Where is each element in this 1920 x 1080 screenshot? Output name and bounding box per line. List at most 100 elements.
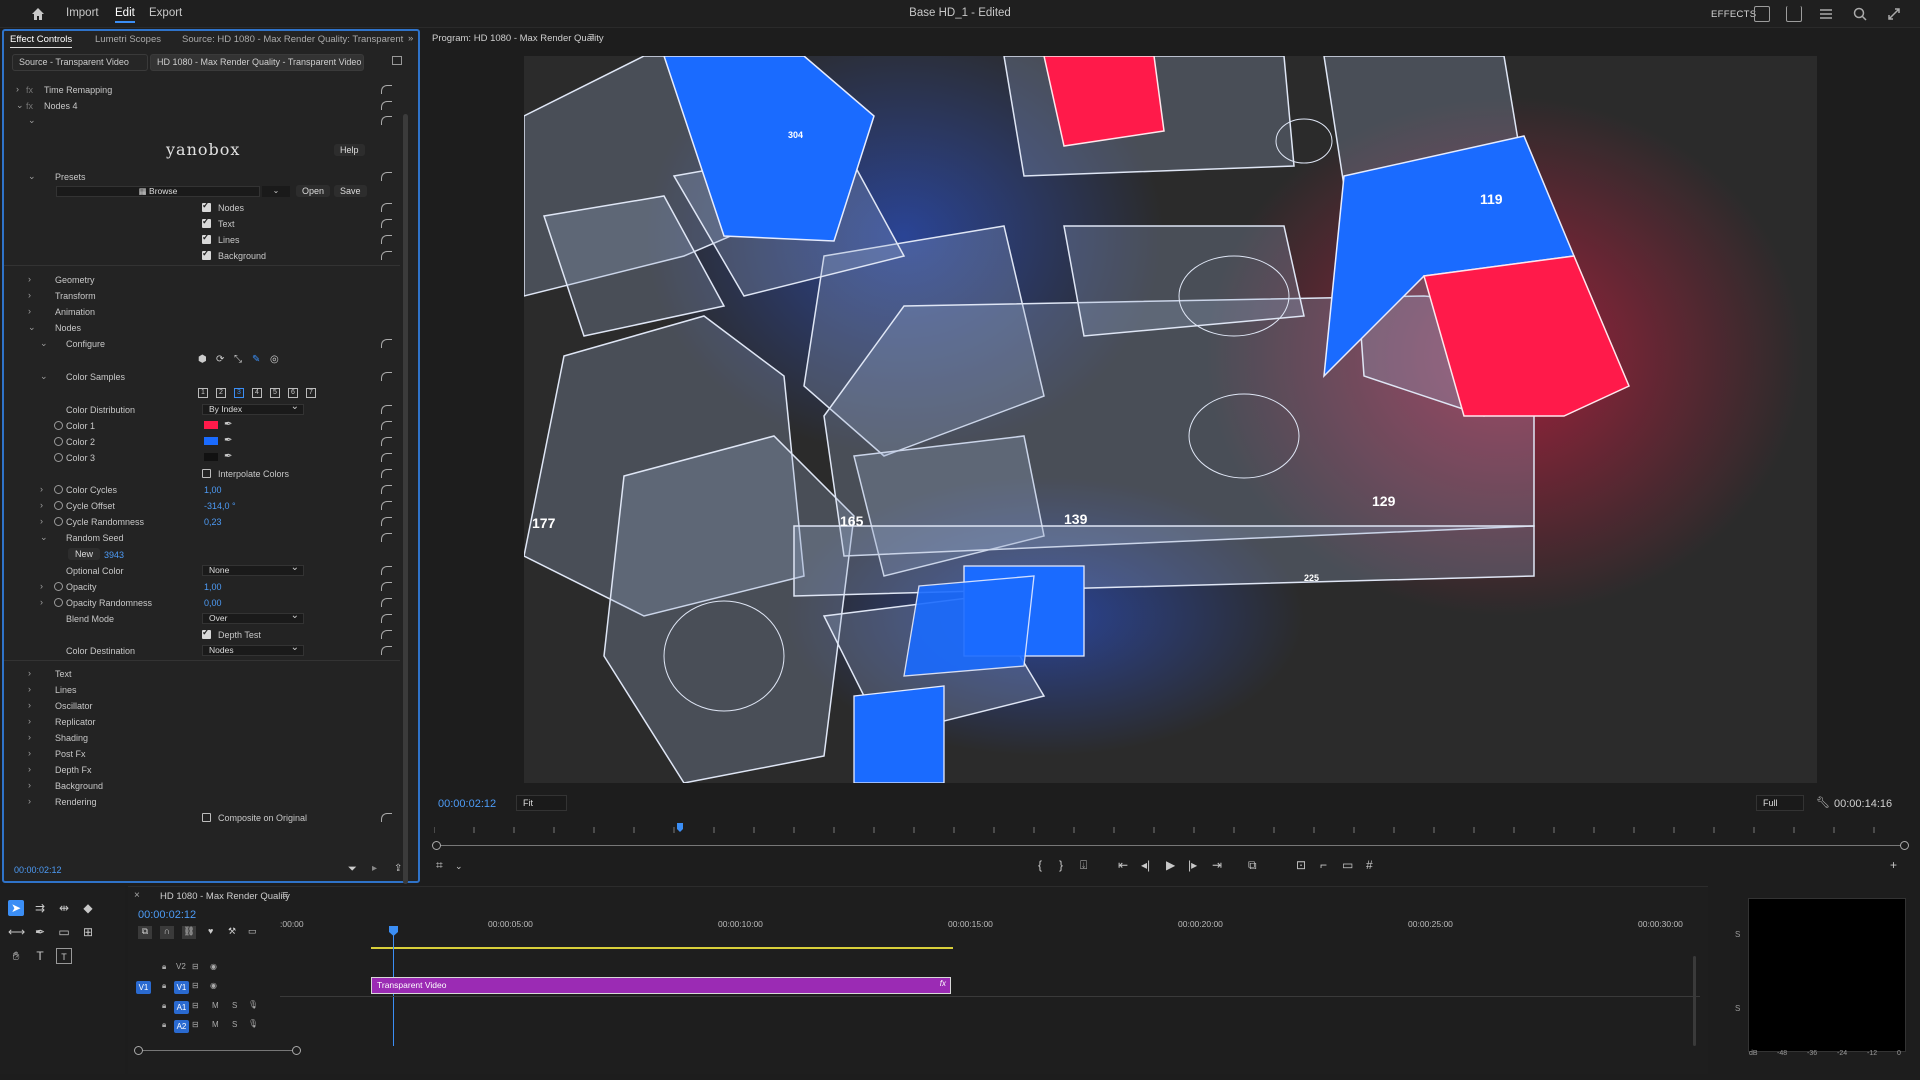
stopwatch-icon[interactable] (54, 437, 63, 446)
step-back-icon[interactable]: ◂| (1141, 858, 1150, 872)
source-clip-tab[interactable]: Source - Transparent Video (12, 54, 148, 71)
selection-tool-icon[interactable]: ➤ (8, 900, 24, 916)
tab-lumetri-scopes[interactable]: Lumetri Scopes (95, 34, 161, 45)
gauge-icon[interactable]: ◎ (270, 354, 279, 365)
new-seed-button[interactable]: New (68, 548, 101, 560)
stopwatch-icon[interactable] (54, 485, 63, 494)
track-target-a1[interactable]: A1 (174, 1001, 189, 1014)
scroll-handle-right[interactable] (1900, 841, 1909, 850)
tab-source[interactable]: Source: HD 1080 - Max Render Quality: Tr… (182, 34, 404, 45)
interpolate-checkbox[interactable] (202, 469, 211, 478)
lines-group-row[interactable]: › Lines (4, 683, 400, 698)
configure-row[interactable]: ⌄ Configure (4, 337, 400, 352)
open-button[interactable]: Open (296, 185, 331, 197)
ripple-edit-icon[interactable]: ⇹ (56, 900, 72, 916)
mute-icon[interactable]: M (212, 1020, 219, 1029)
color3-swatch[interactable] (204, 453, 218, 461)
microphone-icon[interactable]: 🎙︎ (248, 1019, 258, 1028)
grid-icon[interactable]: # (1366, 858, 1373, 872)
mark-in-icon[interactable]: { (1038, 858, 1042, 872)
shading-row[interactable]: › Shading (4, 731, 400, 746)
save-button[interactable]: Save (334, 185, 367, 197)
post-fx-row[interactable]: › Post Fx (4, 747, 400, 762)
sample-5[interactable]: 5 (270, 388, 280, 398)
solo-icon[interactable]: S (232, 1001, 237, 1010)
nav-export[interactable]: Export (149, 7, 182, 19)
nav-edit[interactable]: Edit (115, 7, 135, 23)
nodes-group-row[interactable]: ⌄ Nodes (4, 321, 400, 336)
home-icon[interactable] (30, 6, 46, 22)
stopwatch-icon[interactable] (54, 501, 63, 510)
panel-icon[interactable] (1754, 6, 1770, 22)
fit-dropdown[interactable]: Fit (516, 795, 567, 811)
stopwatch-icon[interactable] (54, 582, 63, 591)
sample-7[interactable]: 7 (306, 388, 316, 398)
close-icon[interactable]: × (134, 890, 140, 901)
program-playhead[interactable] (677, 823, 683, 832)
eye-icon[interactable]: ◉ (210, 981, 217, 990)
sync-lock-icon[interactable]: ⊟ (192, 1020, 199, 1029)
animation-row[interactable]: › Animation (4, 305, 400, 320)
safe-margins-icon[interactable]: ▭ (1342, 858, 1353, 872)
quality-dropdown[interactable]: Full (1756, 795, 1804, 811)
depth-test-checkbox[interactable] (202, 627, 211, 639)
lock-icon[interactable]: 🔒︎ (162, 981, 166, 991)
timeline-ruler[interactable]: :00:00 00:00:05:00 00:00:10:00 00:00:15:… (280, 912, 1683, 932)
color-samples-row[interactable]: ⌄ Color Samples (4, 370, 400, 385)
lift-icon[interactable]: ⧉ (1248, 858, 1257, 873)
sample-6[interactable]: 6 (288, 388, 298, 398)
frame-tool-icon[interactable]: ⊞ (80, 924, 96, 940)
work-area-bar[interactable] (371, 947, 953, 949)
stopwatch-icon[interactable] (54, 453, 63, 462)
step-forward-icon[interactable]: |▸ (1188, 858, 1197, 872)
timeline-timecode[interactable]: 00:00:02:12 (138, 909, 196, 921)
sync-lock-icon[interactable]: ⊟ (192, 962, 199, 971)
toggle-timeline-icon[interactable] (392, 56, 402, 65)
comparison-view-icon[interactable]: ⌐ (1320, 858, 1327, 872)
nav-import[interactable]: Import (66, 7, 99, 19)
sync-lock-icon[interactable]: ⊟ (192, 981, 199, 990)
go-to-out-icon[interactable]: ⇥ (1212, 858, 1222, 872)
stopwatch-icon[interactable] (54, 517, 63, 526)
sample-3[interactable]: 3 (234, 388, 244, 398)
replicator-row[interactable]: › Replicator (4, 715, 400, 730)
program-timecode[interactable]: 00:00:02:12 (438, 798, 496, 810)
panel-menu-icon[interactable]: ≡ (282, 889, 288, 901)
sequence-clip-tab[interactable]: HD 1080 - Max Render Quality - Transpare… (150, 54, 364, 71)
background-checkbox[interactable] (202, 248, 211, 260)
mark-out-icon[interactable]: } (1059, 858, 1063, 872)
optional-color-dropdown[interactable]: None (202, 563, 304, 576)
source-patch-v1[interactable]: V1 (136, 981, 151, 994)
linked-selection-icon[interactable]: ⛓ (182, 926, 196, 939)
track-target-v1[interactable]: V1 (174, 981, 189, 994)
add-marker-icon[interactable]: ♥ (208, 926, 213, 936)
vertical-type-icon[interactable]: T (56, 948, 72, 964)
slip-tool-icon[interactable]: ⟷ (8, 924, 25, 940)
sample-2[interactable]: 2 (216, 388, 226, 398)
seed-value[interactable]: 3943 (104, 550, 124, 560)
effect-options-row[interactable]: ⌄ (4, 114, 400, 129)
sample-1[interactable]: 1 (198, 388, 208, 398)
hand-tool-icon[interactable]: ✋︎ (8, 948, 24, 964)
background-group-row[interactable]: › Background (4, 779, 400, 794)
eye-icon[interactable]: ◉ (210, 962, 217, 971)
scale-icon[interactable]: ⤡ (234, 354, 242, 365)
eyedropper-icon[interactable]: ✒ (224, 435, 232, 446)
export-icon[interactable]: ⇪ (394, 863, 402, 874)
export-frame-icon[interactable]: ⊡ (1296, 858, 1306, 872)
panel-menu-icon[interactable]: ≡ (588, 31, 594, 43)
browse-button[interactable]: ▦ Browse (56, 186, 260, 197)
opacity-randomness-value[interactable]: 0,00 (204, 598, 222, 608)
rendering-row[interactable]: › Rendering (4, 795, 400, 810)
go-to-in-icon[interactable]: ⇤ (1118, 858, 1128, 872)
program-viewer[interactable]: 119 129 139 165 177 304 225 (524, 56, 1817, 783)
pen-tool-icon[interactable]: ✒ (32, 924, 48, 940)
composite-checkbox[interactable] (202, 813, 211, 822)
blend-mode-dropdown[interactable]: Over (202, 611, 304, 624)
rotate-icon[interactable]: ⟳ (216, 354, 224, 365)
cycle-randomness-value[interactable]: 0,23 (204, 517, 222, 527)
lock-icon[interactable]: 🔒︎ (162, 1001, 166, 1011)
nodes4-row[interactable]: ⌄ fx Nodes 4 (4, 99, 400, 114)
depth-fx-row[interactable]: › Depth Fx (4, 763, 400, 778)
mute-icon[interactable]: M (212, 1001, 219, 1010)
